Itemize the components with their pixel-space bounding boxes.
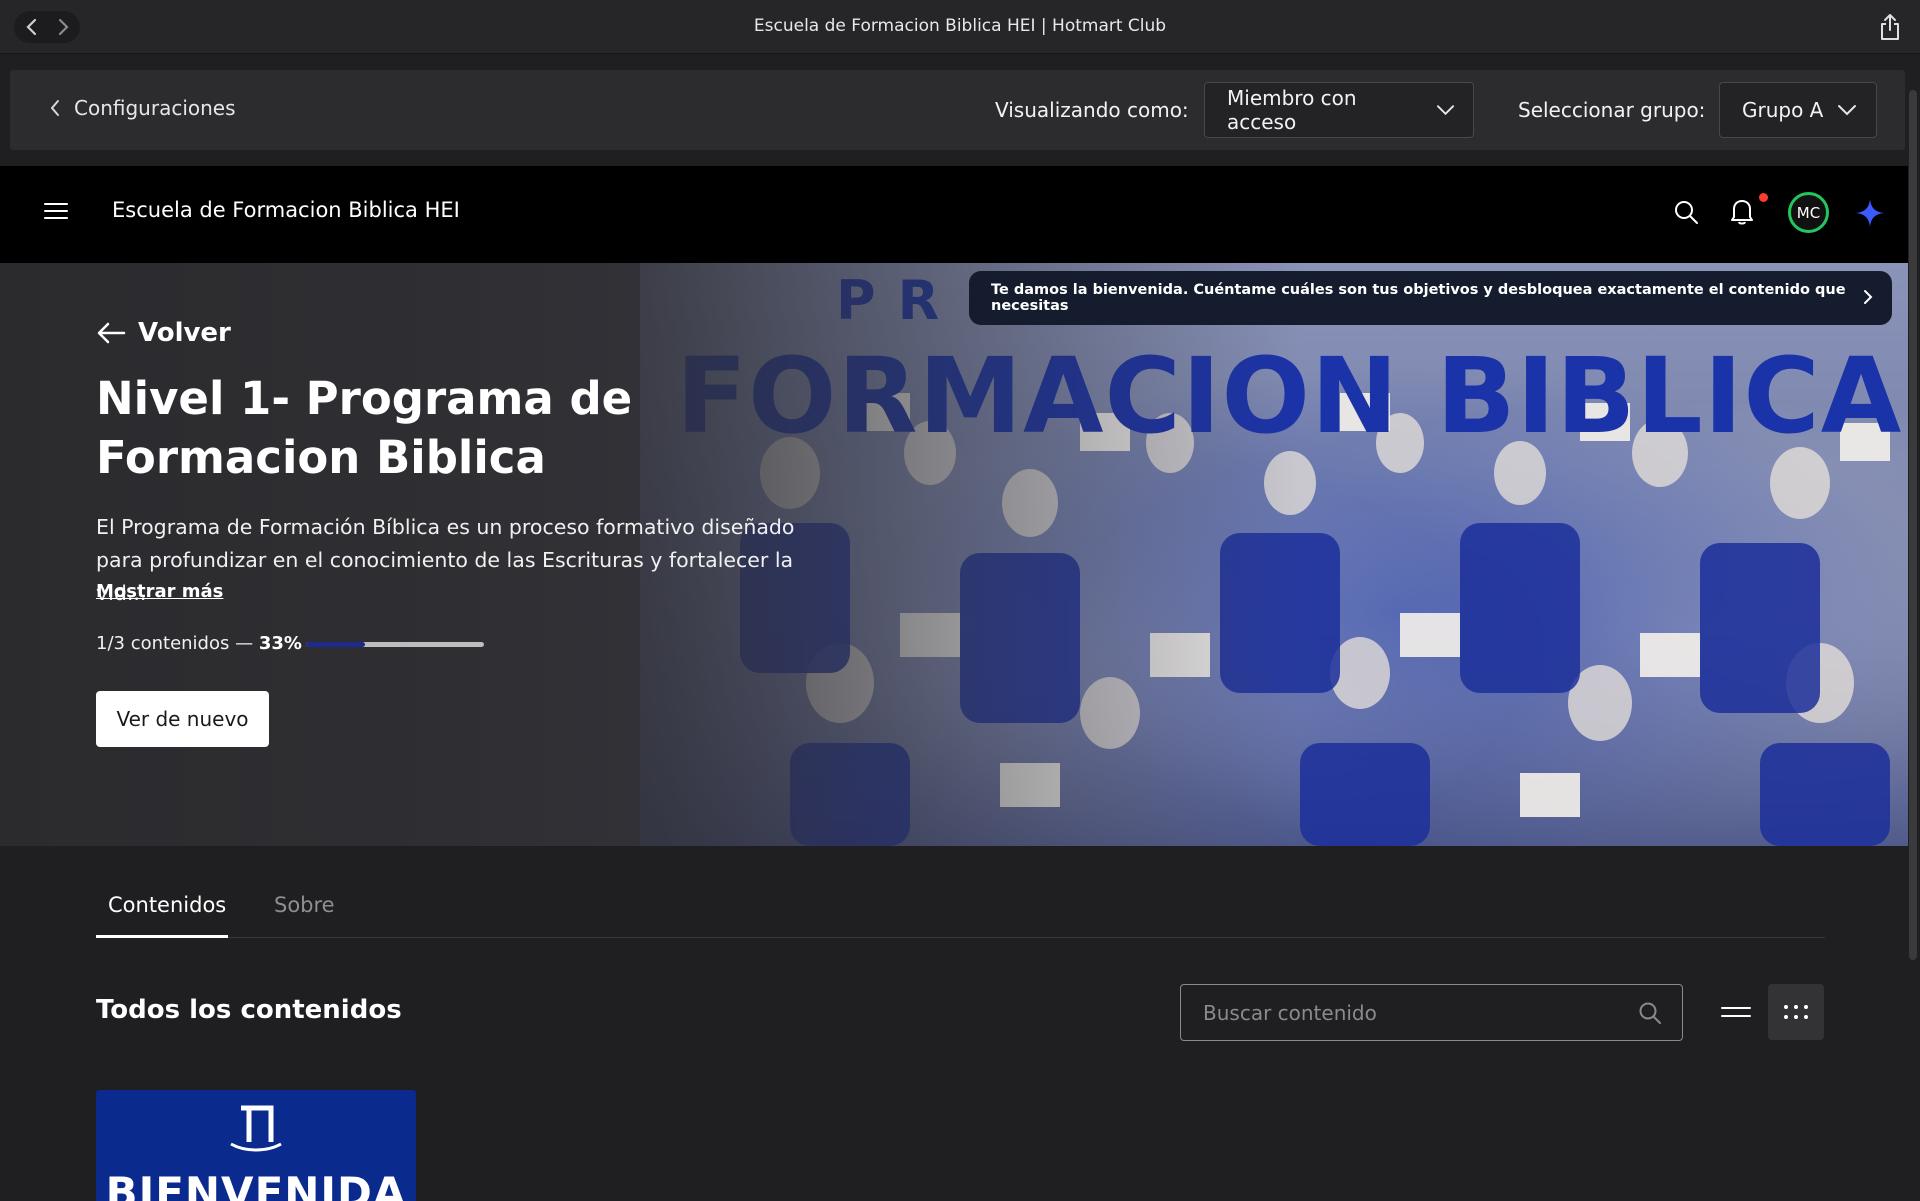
club-header: Escuela de Formacion Biblica HEI MC [0,166,1908,263]
group-select[interactable]: Grupo A [1719,82,1877,138]
content-card[interactable]: BIENVENIDA [96,1090,416,1201]
show-more-link[interactable]: Mostrar más [96,581,223,602]
back-label: Volver [138,318,231,348]
tab-sobre[interactable]: Sobre [274,893,335,917]
list-view-button[interactable] [1716,994,1756,1030]
progress-text: 1/3 contenidos — 33% [96,633,302,654]
description-line: El Programa de Formación Bíblica es un p… [96,515,795,539]
page-scrollbar[interactable] [1909,90,1917,960]
chevron-down-icon [1436,105,1455,116]
group-value: Grupo A [1742,98,1824,122]
notifications-button[interactable] [1729,196,1755,230]
viewing-as-select[interactable]: Miembro con acceso [1204,82,1474,138]
back-link[interactable]: Volver [96,318,231,348]
notification-badge [1759,193,1768,202]
progress-percent: 33% [258,633,302,654]
config-bar: Configuraciones Visualizando como: Miemb… [10,70,1905,150]
share-icon [1881,14,1899,40]
arrow-left-icon [97,322,126,344]
config-back-label: Configuraciones [74,96,236,120]
bell-icon [1731,200,1753,225]
section-title: Todos los contenidos [96,995,402,1025]
browser-toolbar: Escuela de Formacion Biblica HEI | Hotma… [0,0,1920,54]
progress-bar-fill [306,642,365,647]
header-search-button[interactable] [1673,199,1699,229]
browser-title: Escuela de Formacion Biblica HEI | Hotma… [753,16,1167,36]
sparkle-icon [1856,199,1884,227]
avatar[interactable]: MC [1788,192,1829,233]
group-label: Seleccionar grupo: [1518,98,1706,122]
search-icon [1675,201,1698,224]
tab-contenidos[interactable]: Contenidos [108,893,226,917]
course-title: Nivel 1- Programa de Formacion Biblica [96,372,633,484]
ai-assistant-button[interactable] [1855,198,1885,232]
content-tabs: Contenidos Sobre [96,880,1825,938]
grid-view-button[interactable] [1768,984,1824,1040]
school-logo-icon [230,1105,282,1152]
progress-count: 1/3 contenidos — [96,633,254,654]
chevron-right-icon [1864,290,1873,304]
card-title: BIENVENIDA [105,1168,407,1201]
config-back-link[interactable]: Configuraciones [50,96,236,120]
chevron-left-icon [50,100,59,116]
welcome-banner[interactable]: Te damos la bienvenida. Cuéntame cuáles … [969,271,1892,325]
club-title[interactable]: Escuela de Formacion Biblica HEI [112,198,460,222]
menu-button[interactable] [44,201,68,225]
progress-bar [306,642,484,647]
search-icon [1639,1002,1661,1024]
course-hero: PR FORMACION BIBLICA Te damos la bienven… [0,263,1908,846]
viewing-as-label: Visualizando como: [995,98,1189,122]
chevron-down-icon [1838,105,1857,116]
list-view-icon [1721,1007,1751,1017]
hamburger-icon [44,203,68,219]
welcome-message: Te damos la bienvenida. Cuéntame cuáles … [991,282,1846,314]
grid-view-icon [1784,1005,1808,1019]
content-search-input[interactable] [1203,1000,1638,1025]
active-tab-indicator [96,935,228,938]
viewing-as-value: Miembro con acceso [1227,86,1357,134]
content-search [1180,984,1683,1041]
rewatch-button[interactable]: Ver de nuevo [96,691,269,747]
share-button[interactable] [1878,13,1902,45]
avatar-initials: MC [1796,203,1821,222]
